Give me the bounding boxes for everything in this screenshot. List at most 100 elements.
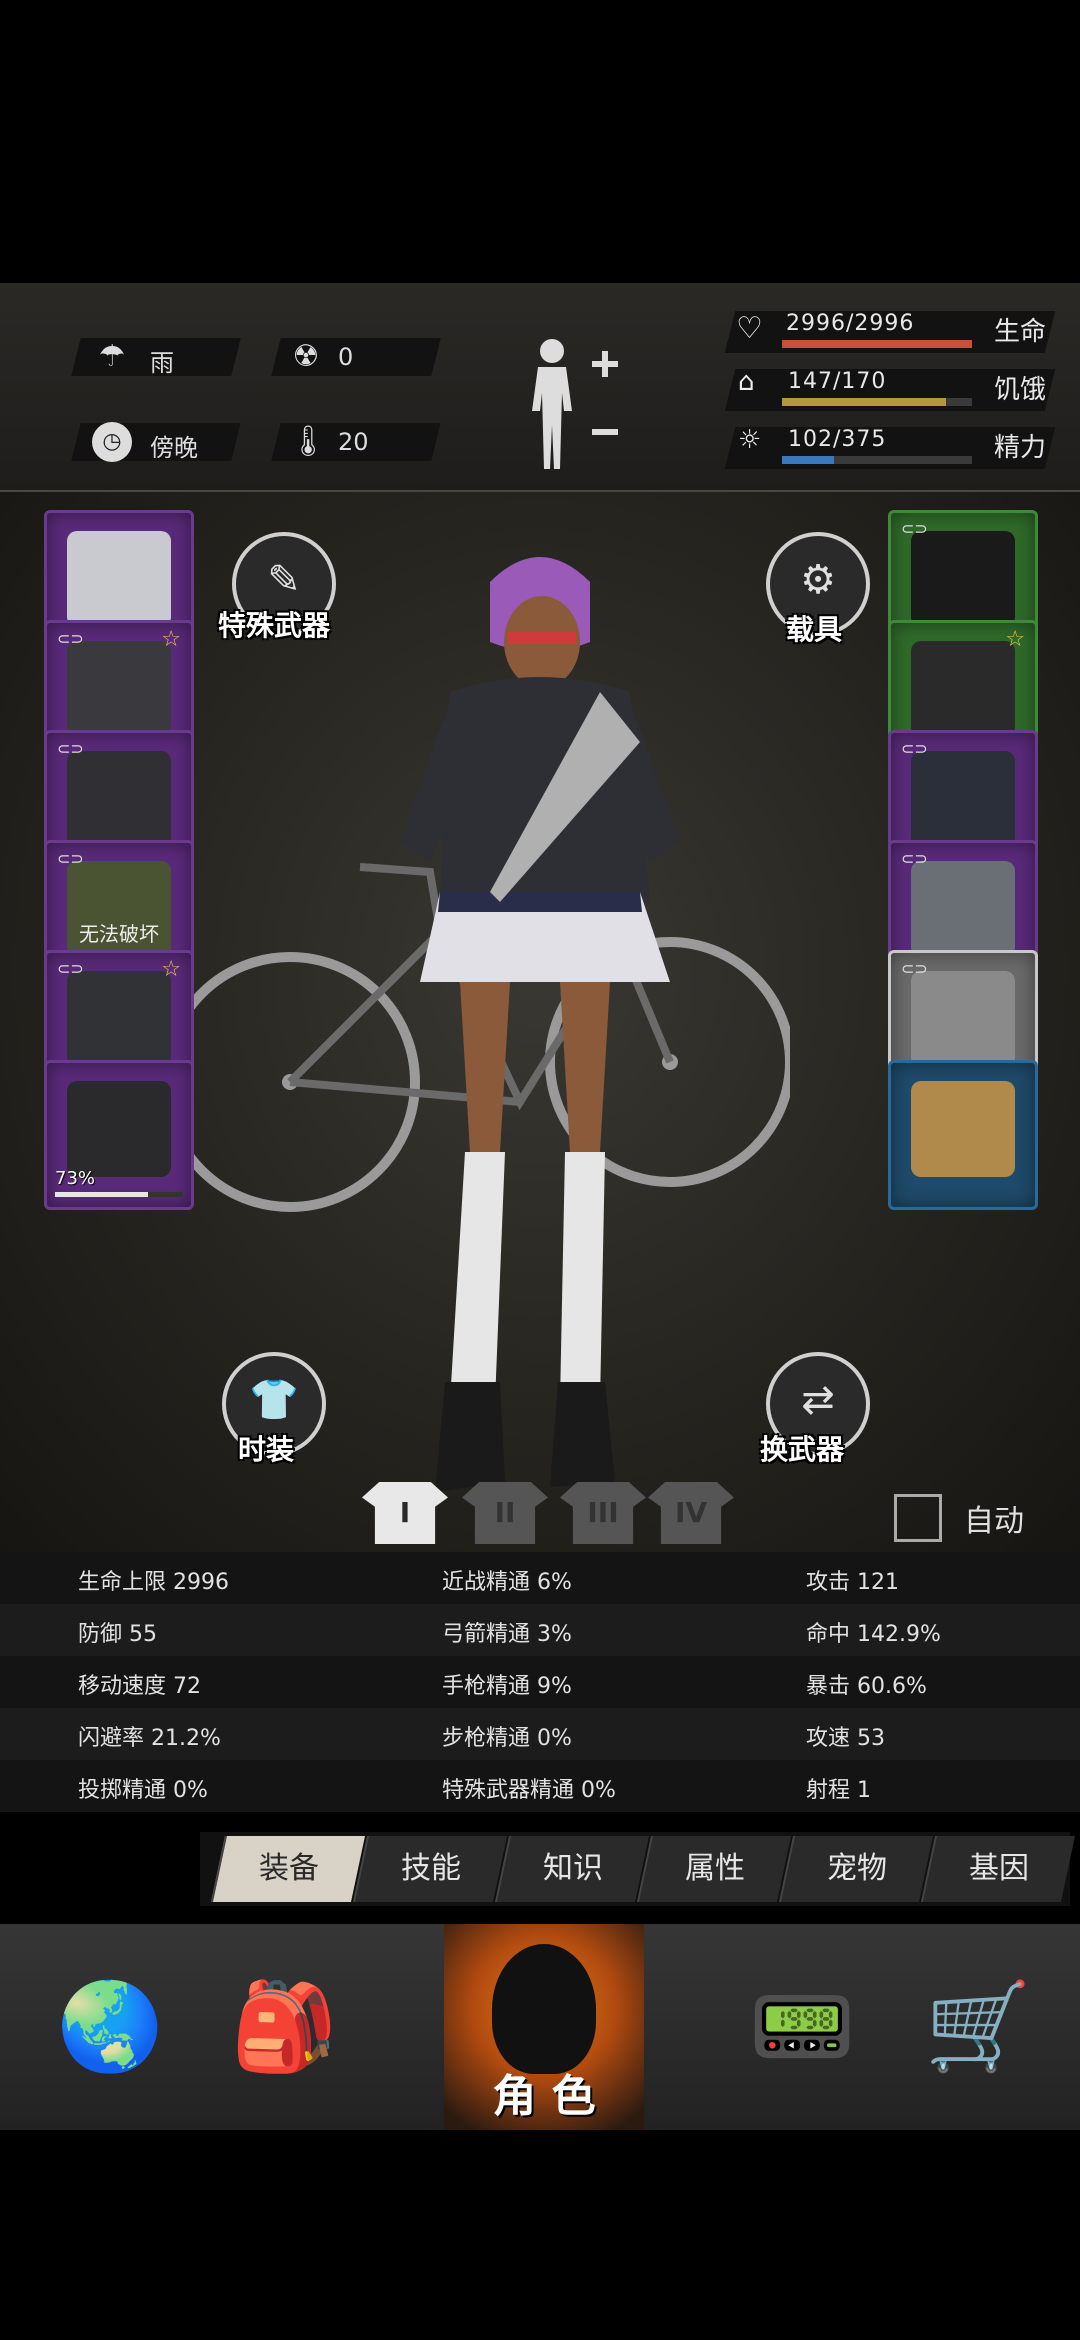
auto-label: 自动: [964, 1504, 1024, 1539]
star-icon: ☆: [1005, 627, 1025, 652]
link-icon: ⊂⊃: [57, 959, 84, 978]
stats-row: 闪避率 21.2% 步枪精通 0% 攻速 53: [0, 1708, 1080, 1760]
sub-tab-2[interactable]: 知识: [494, 1836, 650, 1902]
stat-cell: 攻击 121: [806, 1570, 899, 1595]
sub-tab-5[interactable]: 基因: [920, 1836, 1076, 1902]
link-icon: ⊂⊃: [57, 629, 84, 648]
link-icon: ⊂⊃: [901, 739, 928, 758]
glasses-item-image: [911, 531, 1015, 627]
mask-item-image: [911, 641, 1015, 737]
sub-tab-4[interactable]: 宠物: [778, 1836, 934, 1902]
energy-fill: [782, 456, 834, 464]
thermometer-icon: 🌡: [288, 424, 328, 459]
jacket-item-image: [67, 751, 171, 847]
boots-slot[interactable]: 73%: [44, 1060, 194, 1210]
stats-table: 生命上限 2996 近战精通 6% 攻击 121 防御 55 弓箭精通 3% 命中 142…: [0, 1552, 1080, 1812]
energy-label: 精力: [994, 433, 1047, 463]
sub-tab-3[interactable]: 属性: [636, 1836, 792, 1902]
boots-item-image: [67, 1081, 171, 1177]
vest-item-image: [911, 751, 1015, 847]
sub-tab-label: 技能: [401, 1851, 461, 1886]
sub-tab-0[interactable]: 装备: [210, 1836, 366, 1902]
pants-item-image: [67, 971, 171, 1067]
durability-text: 73%: [55, 1168, 96, 1189]
nav-character-button[interactable]: 角 色: [444, 1924, 644, 2130]
sub-tab-label: 宠物: [827, 1851, 887, 1886]
special-weapon-label: 特殊武器: [218, 609, 331, 642]
stats-row: 防御 55 弓箭精通 3% 命中 142.9%: [0, 1604, 1080, 1656]
swap-icon: ⇄: [801, 1377, 835, 1423]
special-weapon-slot[interactable]: [888, 1060, 1038, 1210]
auto-checkbox[interactable]: [894, 1494, 942, 1542]
stat-cell: 步枪精通 0%: [442, 1726, 572, 1751]
motorcycle-icon: ⚙: [800, 557, 836, 603]
link-icon: ⊂⊃: [57, 849, 84, 868]
vehicle-label: 载具: [786, 613, 843, 646]
health-label: 生命: [994, 317, 1047, 347]
outfit-tab-2[interactable]: II: [462, 1482, 548, 1544]
cart-icon: 🛒: [924, 1977, 1032, 2077]
walkie-talkie-icon: 📟: [748, 1977, 856, 2077]
swap-weapon-label: 换武器: [760, 1433, 845, 1466]
body-figure-icon: [532, 339, 618, 469]
stat-cell: 弓箭精通 3%: [442, 1622, 572, 1647]
health-fill: [782, 340, 972, 348]
top-item-image: [67, 641, 171, 737]
sub-tab-label: 基因: [969, 1851, 1029, 1886]
nav-inventory-button[interactable]: 🎒: [194, 1924, 374, 2130]
stat-cell: 射程 1: [806, 1778, 871, 1803]
stomach-icon: ⌂: [738, 367, 755, 397]
link-icon: ⊂⊃: [901, 519, 928, 538]
stats-row: 生命上限 2996 近战精通 6% 攻击 121: [0, 1552, 1080, 1604]
rain-cloud-icon: ☂: [98, 339, 126, 374]
fashion-label: 时装: [238, 1433, 295, 1466]
stat-cell: 移动速度 72: [78, 1674, 201, 1699]
sub-tab-label: 属性: [685, 1851, 745, 1886]
stat-cell: 命中 142.9%: [806, 1622, 941, 1647]
stat-cell: 近战精通 6%: [442, 1570, 572, 1595]
stat-cell: 暴击 60.6%: [806, 1674, 927, 1699]
star-icon: ☆: [161, 957, 181, 982]
link-icon: ⊂⊃: [57, 739, 84, 758]
durability-bar: [55, 1192, 183, 1197]
link-icon: ⊂⊃: [901, 849, 928, 868]
special-weapon-icon: ✎: [267, 557, 301, 603]
stat-cell: 特殊武器精通 0%: [442, 1778, 616, 1803]
status-panel: ☂ 雨 ☢ 0 ◷ 傍晚 🌡 20 ♡ 2996/2996 生命 ⌂ 147/1…: [0, 283, 1080, 492]
stats-row: 投掷精通 0% 特殊武器精通 0% 射程 1: [0, 1760, 1080, 1812]
stats-row: 移动速度 72 手枪精通 9% 暴击 60.6%: [0, 1656, 1080, 1708]
nav-radio-button[interactable]: 📟: [712, 1924, 892, 2130]
sub-tab-1[interactable]: 技能: [352, 1836, 508, 1902]
outfit-tab-3[interactable]: III: [560, 1482, 646, 1544]
outfit-tab-4[interactable]: IV: [648, 1482, 734, 1544]
hunger-fill: [782, 398, 947, 406]
clock-icon: ◷: [92, 422, 132, 462]
head-silhouette-icon: [492, 1944, 596, 2074]
shirt-icon: 👕: [249, 1377, 299, 1423]
sub-tab-label: 知识: [543, 1851, 603, 1886]
nav-world-button[interactable]: 🌏: [20, 1924, 200, 2130]
body-status-button[interactable]: [520, 333, 620, 473]
brain-icon: ☼: [738, 425, 762, 455]
special-weapon-item-image: [911, 1081, 1015, 1177]
outfit-tab-1[interactable]: I: [362, 1482, 448, 1544]
health-value: 2996/2996: [786, 311, 915, 336]
character-scene: 18%⊂⊃☆100%⊂⊃28%⊂⊃无法破坏⊂⊃☆59%73% ⊂⊃100%☆🔒6…: [0, 492, 1080, 1552]
radiation-icon: ☢: [292, 339, 320, 374]
time-label: 傍晚: [150, 434, 198, 462]
temperature-value: 20: [338, 428, 369, 456]
backpack-icon: 🎒: [230, 1977, 338, 2077]
sub-tab-label: 装备: [259, 1851, 319, 1886]
hunger-value: 147/170: [788, 369, 887, 394]
nav-character-label: 角 色: [492, 2071, 596, 2122]
nav-shop-button[interactable]: 🛒: [888, 1924, 1068, 2130]
weather-label: 雨: [150, 349, 174, 377]
character-figure: [400, 557, 680, 1492]
stat-cell: 攻速 53: [806, 1726, 885, 1751]
link-icon: ⊂⊃: [901, 959, 928, 978]
machete-item-image: [911, 971, 1015, 1067]
hunger-label: 饥饿: [994, 375, 1047, 405]
stat-cell: 生命上限 2996: [78, 1570, 229, 1595]
stat-cell: 闪避率 21.2%: [78, 1726, 221, 1751]
radiation-value: 0: [338, 343, 354, 371]
